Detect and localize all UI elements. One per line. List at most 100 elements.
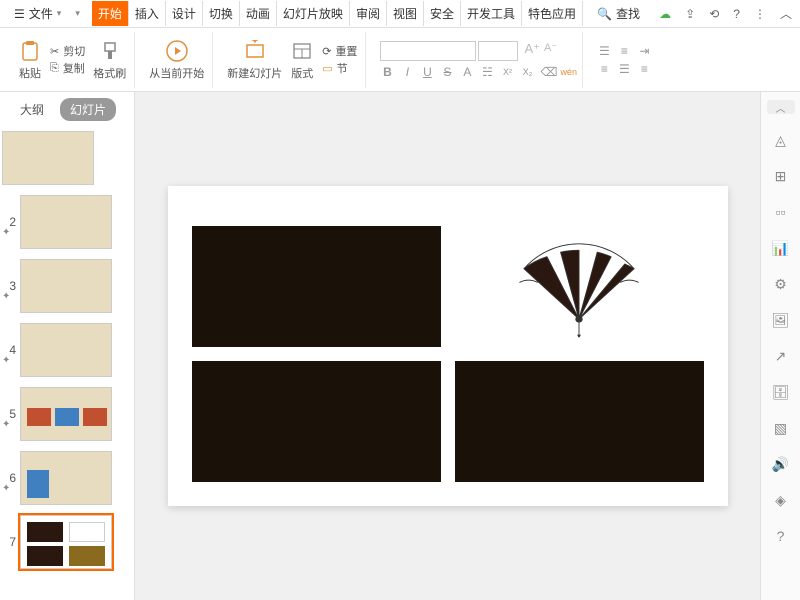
quickbar-chevron[interactable]: ▾ bbox=[75, 8, 80, 19]
slide-canvas[interactable] bbox=[135, 92, 760, 600]
play-from-current-button[interactable]: 从当前开始 bbox=[149, 39, 204, 81]
tab-special[interactable]: 特色应用 bbox=[522, 1, 583, 26]
paste-icon bbox=[18, 39, 42, 63]
slide-thumbnail-2[interactable] bbox=[20, 195, 112, 249]
paste-button[interactable]: 粘贴 bbox=[18, 39, 42, 81]
thumbnail-row[interactable]: 6 ✦ bbox=[2, 451, 128, 505]
archive-pane-icon[interactable]: 🗄 bbox=[771, 382, 791, 402]
tab-design[interactable]: 设计 bbox=[166, 1, 203, 26]
star-icon: ✦ bbox=[2, 419, 10, 430]
thumbnail-row[interactable]: 5 ✦ bbox=[2, 387, 128, 441]
copy-button[interactable]: ⎘复制 bbox=[50, 60, 85, 76]
picture-pane-icon[interactable]: ▧ bbox=[771, 418, 791, 438]
slide-image-firework-red[interactable] bbox=[192, 361, 441, 482]
current-slide[interactable] bbox=[168, 186, 728, 506]
superscript-button[interactable]: X² bbox=[500, 67, 514, 77]
pinyin-button[interactable]: wén bbox=[560, 67, 574, 77]
3d-pane-icon[interactable]: ◈ bbox=[771, 490, 791, 510]
tab-transition[interactable]: 切换 bbox=[203, 1, 240, 26]
share-icon[interactable]: ⇪ bbox=[685, 7, 695, 21]
search-box[interactable]: 🔍 查找 bbox=[597, 5, 640, 22]
align-right-button[interactable]: ≡ bbox=[637, 62, 651, 76]
align-center-button[interactable]: ☰ bbox=[617, 62, 631, 76]
tab-insert[interactable]: 插入 bbox=[129, 1, 166, 26]
scissors-icon: ✂ bbox=[50, 45, 59, 58]
tab-developer[interactable]: 开发工具 bbox=[461, 1, 522, 26]
thumbnail-row[interactable]: 7 bbox=[2, 515, 128, 569]
table-pane-icon[interactable]: ⊞ bbox=[771, 166, 791, 186]
format-painter-button[interactable]: 格式刷 bbox=[93, 39, 126, 81]
increase-font-icon[interactable]: A⁺ bbox=[524, 41, 540, 61]
tab-review[interactable]: 审阅 bbox=[350, 1, 387, 26]
tab-animation[interactable]: 动画 bbox=[240, 1, 277, 26]
slide-thumbnail-5[interactable] bbox=[20, 387, 112, 441]
slide-thumbnail-7[interactable] bbox=[20, 515, 112, 569]
font-color-button[interactable]: A bbox=[460, 65, 474, 79]
new-slide-icon: ✦ bbox=[243, 39, 267, 63]
ribbon: 粘贴 ✂剪切 ⎘复制 格式刷 从当前开始 ✦ 新建幻灯片 版式 ⟳重置 ▭节 bbox=[0, 28, 800, 92]
format-pane-icon[interactable]: ◬ bbox=[771, 130, 791, 150]
export-pane-icon[interactable]: ↗ bbox=[771, 346, 791, 366]
cloud-sync-icon[interactable]: ☁ bbox=[659, 7, 671, 21]
bullets-button[interactable]: ☰ bbox=[597, 44, 611, 58]
help-icon[interactable]: ? bbox=[733, 7, 740, 21]
slide-thumbnail-1[interactable] bbox=[2, 131, 94, 185]
highlight-button[interactable]: ☵ bbox=[480, 65, 494, 79]
slide-image-party[interactable] bbox=[455, 361, 704, 482]
tab-security[interactable]: 安全 bbox=[424, 1, 461, 26]
thumbnail-row[interactable]: ✦ bbox=[2, 131, 128, 185]
subscript-button[interactable]: X₂ bbox=[520, 67, 534, 77]
tab-view[interactable]: 视图 bbox=[387, 1, 424, 26]
tab-home[interactable]: 开始 bbox=[92, 1, 129, 26]
slides-tab[interactable]: 幻灯片 bbox=[60, 98, 116, 121]
bold-button[interactable]: B bbox=[380, 65, 394, 79]
hamburger-menu[interactable]: ☰ 文件 ▾ bbox=[8, 3, 67, 24]
thumbnail-row[interactable]: 4 ✦ bbox=[2, 323, 128, 377]
brush-icon bbox=[98, 39, 122, 63]
cut-button[interactable]: ✂剪切 bbox=[50, 43, 85, 59]
slide-thumbnail-3[interactable] bbox=[20, 259, 112, 313]
apps-pane-icon[interactable]: ▫▫ bbox=[771, 202, 791, 222]
tab-slideshow[interactable]: 幻灯片放映 bbox=[277, 1, 350, 26]
strike-button[interactable]: S bbox=[440, 65, 454, 79]
numbering-button[interactable]: ≡ bbox=[617, 44, 631, 58]
ribbon-tabs: 开始 插入 设计 切换 动画 幻灯片放映 审阅 视图 安全 开发工具 特色应用 bbox=[92, 1, 583, 26]
align-left-button[interactable]: ≡ bbox=[597, 62, 611, 76]
image-pane-icon[interactable]: 🖼 bbox=[771, 310, 791, 330]
more-icon[interactable]: ⋮ bbox=[754, 7, 766, 21]
font-name-select[interactable] bbox=[380, 41, 476, 61]
reset-button[interactable]: ⟳重置 bbox=[322, 43, 357, 59]
help-pane-icon[interactable]: ? bbox=[771, 526, 791, 546]
copy-icon: ⎘ bbox=[50, 62, 59, 75]
thumbnail-row[interactable]: 3 ✦ bbox=[2, 259, 128, 313]
section-icon: ▭ bbox=[322, 62, 332, 75]
section-button[interactable]: ▭节 bbox=[322, 60, 357, 76]
chevron-down-icon: ▾ bbox=[57, 8, 62, 19]
indent-button[interactable]: ⇥ bbox=[637, 44, 651, 58]
thumbnail-list[interactable]: ✦ 2 ✦ 3 ✦ 4 ✦ 5 ✦ bbox=[0, 127, 134, 600]
star-icon: ✦ bbox=[2, 355, 10, 366]
chart-pane-icon[interactable]: 📊 bbox=[771, 238, 791, 258]
slide-image-fan[interactable] bbox=[455, 226, 704, 347]
slide-panel: 大纲 幻灯片 ✦ 2 ✦ 3 ✦ 4 ✦ bbox=[0, 92, 135, 600]
italic-button[interactable]: I bbox=[400, 65, 414, 79]
star-icon: ✦ bbox=[2, 483, 10, 494]
new-slide-button[interactable]: ✦ 新建幻灯片 bbox=[227, 39, 282, 81]
slide-thumbnail-6[interactable] bbox=[20, 451, 112, 505]
outline-tab[interactable]: 大纲 bbox=[10, 98, 54, 121]
font-size-select[interactable] bbox=[478, 41, 518, 61]
collapse-sidebar-button[interactable]: ︿ bbox=[767, 100, 795, 114]
settings-pane-icon[interactable]: ⚙ bbox=[771, 274, 791, 294]
clear-format-button[interactable]: ⌫ bbox=[540, 65, 554, 79]
slide-image-firework-gold[interactable] bbox=[192, 226, 441, 347]
history-icon[interactable]: ⟲ bbox=[709, 7, 719, 21]
sound-pane-icon[interactable]: 🔊 bbox=[771, 454, 791, 474]
slide-thumbnail-4[interactable] bbox=[20, 323, 112, 377]
thumbnail-row[interactable]: 2 ✦ bbox=[2, 195, 128, 249]
fan-graphic bbox=[504, 232, 654, 342]
underline-button[interactable]: U bbox=[420, 65, 434, 79]
collapse-ribbon-icon[interactable]: ︿ bbox=[780, 5, 792, 22]
layout-button[interactable]: 版式 bbox=[290, 39, 314, 81]
svg-text:✦: ✦ bbox=[251, 40, 259, 47]
decrease-font-icon[interactable]: A⁻ bbox=[544, 41, 557, 61]
